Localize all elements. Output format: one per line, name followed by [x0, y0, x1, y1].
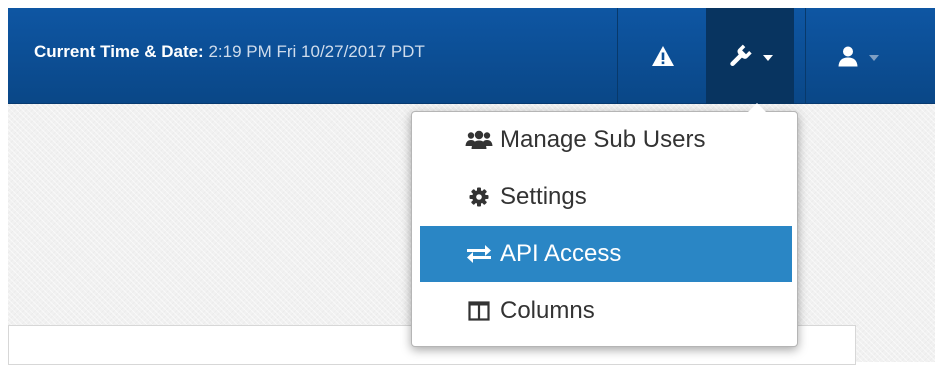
wrench-icon — [730, 44, 752, 67]
top-navbar: Current Time & Date: 2:19 PM Fri 10/27/2… — [8, 8, 935, 104]
nav-divider — [617, 8, 618, 104]
gear-icon — [464, 182, 494, 212]
menu-item-label: API Access — [500, 240, 622, 267]
time-value: 2:19 PM Fri 10/27/2017 PDT — [208, 42, 425, 61]
chevron-down-icon — [763, 55, 773, 61]
dropdown-pointer — [748, 103, 766, 112]
user-icon — [838, 46, 858, 67]
menu-item-label: Manage Sub Users — [500, 126, 706, 153]
current-time-display: Current Time & Date: 2:19 PM Fri 10/27/2… — [34, 8, 425, 104]
menu-item-manage-sub-users[interactable]: Manage Sub Users — [420, 112, 792, 168]
menu-item-api-access[interactable]: API Access — [420, 226, 792, 282]
tools-menu-button[interactable] — [706, 8, 794, 104]
menu-item-settings[interactable]: Settings — [420, 169, 792, 225]
menu-item-label: Columns — [500, 297, 595, 324]
menu-item-columns[interactable]: Columns — [420, 283, 792, 339]
exchange-arrows-icon — [464, 239, 494, 269]
users-icon — [464, 125, 494, 155]
user-menu-button[interactable] — [808, 8, 908, 104]
chevron-down-icon — [869, 55, 879, 61]
time-label: Current Time & Date: — [34, 42, 204, 61]
columns-icon — [464, 296, 494, 326]
nav-divider — [805, 8, 806, 104]
warning-icon — [652, 46, 674, 66]
alerts-button[interactable] — [620, 8, 706, 104]
tools-dropdown-menu: Manage Sub Users Settings API Access Col… — [411, 103, 798, 347]
menu-item-label: Settings — [500, 183, 587, 210]
